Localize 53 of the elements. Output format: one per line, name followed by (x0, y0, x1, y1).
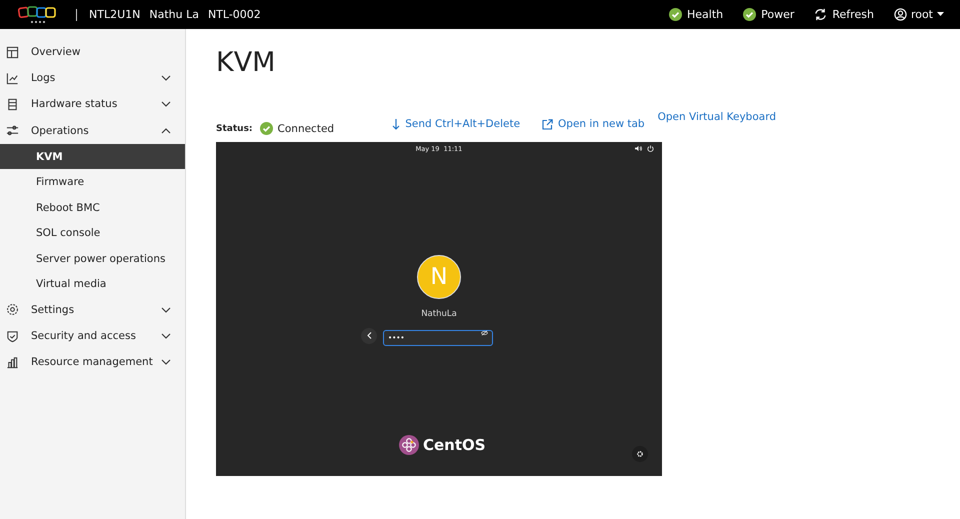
host-info: NTL2U1N (89, 8, 140, 21)
nav-subitem[interactable]: KVM (0, 144, 185, 170)
chevron-left-icon (366, 332, 372, 339)
status-label: Health (687, 8, 724, 21)
refresh-button[interactable]: Refresh (832, 8, 874, 21)
brand-name: CentOS (423, 436, 486, 454)
nav-item[interactable]: Logs (0, 65, 185, 92)
user-menu[interactable]: root (910, 8, 933, 21)
nav-item[interactable]: Operations (0, 118, 185, 144)
settings-button[interactable] (632, 446, 648, 462)
external-link-icon (542, 118, 554, 130)
host-info: NTL-0002 (208, 8, 261, 21)
nav-subitem[interactable]: Virtual media (0, 271, 185, 297)
shield-icon (6, 330, 19, 343)
action-link[interactable]: Open in new tab (558, 118, 645, 130)
server-icon (6, 98, 19, 111)
nav-item[interactable]: Resource management (0, 349, 185, 376)
power-icon (647, 145, 654, 152)
caret-icon (937, 12, 944, 17)
nav-subitem[interactable]: Reboot BMC (0, 194, 185, 220)
back-button[interactable] (361, 328, 377, 344)
eye-slash-icon[interactable] (481, 330, 488, 336)
check-circle-icon (260, 122, 273, 135)
sliders-icon (6, 124, 19, 138)
nav-subitem[interactable]: Server power operations (0, 246, 185, 272)
arrow-down-icon (392, 118, 400, 130)
virtual-keyboard-link[interactable]: Open Virtual Keyboard (658, 111, 776, 123)
status-label: Status: (216, 124, 253, 134)
check-circle-icon (743, 8, 756, 21)
host-info: Nathu La (149, 8, 199, 21)
gear-icon (636, 450, 644, 458)
username: NathuLa (421, 309, 457, 319)
refresh-icon (814, 8, 828, 21)
nav-item[interactable]: Hardware status (0, 91, 185, 118)
user-icon (894, 8, 907, 21)
flower-logo-icon (399, 435, 419, 455)
nav-item[interactable]: Overview (0, 39, 185, 66)
nav-item[interactable]: Security and access (0, 322, 185, 350)
dashboard-icon (6, 46, 19, 59)
bar-chart-icon (6, 356, 19, 369)
check-circle-icon (669, 8, 682, 21)
chart-icon (6, 72, 19, 85)
gear-icon (6, 303, 19, 316)
speaker-icon (635, 145, 642, 152)
nav-subitem[interactable]: SOL console (0, 220, 185, 246)
status-label: Power (761, 8, 794, 21)
nav-item[interactable]: Settings (0, 296, 185, 323)
status-value: Connected (278, 122, 334, 134)
action-link[interactable]: Send Ctrl+Alt+Delete (405, 118, 520, 130)
avatar: N (417, 255, 461, 299)
page-title: KVM (216, 47, 276, 78)
nav-subitem[interactable]: Firmware (0, 169, 185, 195)
logo-drawing (18, 4, 58, 24)
